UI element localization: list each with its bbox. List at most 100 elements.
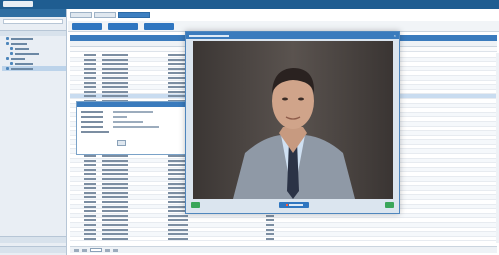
table-cell (84, 90, 96, 93)
table-cell (102, 159, 128, 162)
confirm-right-button[interactable] (385, 202, 394, 208)
table-cell (84, 214, 96, 217)
sidebar-footer-item[interactable] (0, 246, 66, 253)
tree-node-icon (6, 67, 9, 70)
table-cell (102, 223, 128, 226)
table-cell (84, 187, 96, 190)
sidebar-item-label (11, 57, 25, 60)
prev-page-icon[interactable] (82, 248, 87, 252)
table-cell (84, 95, 96, 98)
table-cell (102, 155, 128, 158)
table-cell (102, 63, 128, 66)
photo-thumbnail-button[interactable] (117, 140, 126, 146)
table-cell (102, 201, 128, 203)
tree-node-icon (10, 47, 13, 50)
last-page-icon[interactable] (113, 248, 118, 252)
sidebar-item-label (15, 52, 39, 55)
dialog-center-button[interactable] (279, 202, 309, 208)
sidebar-footer-item[interactable] (0, 236, 66, 243)
table-cell (102, 173, 128, 176)
table-cell (266, 219, 274, 222)
table-cell (102, 233, 128, 236)
table-cell (102, 237, 128, 240)
user-menu[interactable] (455, 2, 495, 6)
table-cell (84, 173, 96, 176)
dialog-title (189, 34, 229, 37)
page-number-input[interactable] (90, 248, 102, 252)
action-icon (285, 204, 288, 206)
user-photo (193, 41, 393, 199)
table-cell (84, 219, 96, 222)
table-cell (84, 191, 96, 194)
next-page-icon[interactable] (105, 248, 110, 252)
table-cell (266, 228, 274, 231)
dialog-title-bar[interactable]: × (186, 32, 399, 39)
tab[interactable] (70, 12, 92, 18)
tree-node-icon (10, 52, 13, 55)
table-cell (84, 196, 96, 199)
table-cell (84, 72, 96, 75)
table-cell (266, 233, 274, 236)
table-cell (84, 155, 96, 158)
tab[interactable] (94, 12, 116, 18)
dialog-center-button-label (288, 204, 303, 206)
app-titlebar (0, 0, 499, 9)
table-cell (84, 223, 96, 226)
detail-field (81, 111, 181, 114)
tree-node-icon (6, 57, 9, 60)
table-cell (84, 233, 96, 236)
first-page-icon[interactable] (74, 248, 79, 252)
table-cell (102, 228, 128, 231)
table-cell (84, 81, 96, 84)
table-cell (84, 76, 96, 79)
table-cell (84, 237, 96, 240)
table-cell (102, 54, 128, 56)
table-cell (84, 178, 96, 181)
toolbar-button[interactable] (72, 22, 102, 30)
table-cell (84, 86, 96, 89)
close-icon[interactable]: × (394, 32, 396, 39)
table-cell (168, 214, 188, 217)
sidebar-item-label (11, 42, 27, 45)
table-cell (102, 178, 128, 181)
table-cell (168, 233, 188, 236)
detail-field (81, 131, 181, 134)
table-cell (84, 67, 96, 70)
table-cell (266, 237, 274, 240)
table-cell (102, 182, 128, 185)
table-cell (84, 159, 96, 162)
dialog-footer (186, 198, 399, 213)
table-cell (102, 164, 128, 167)
table-cell (168, 237, 188, 240)
tree-node-icon (10, 62, 13, 65)
tab-active[interactable] (118, 12, 150, 18)
sidebar-item-label (15, 62, 33, 65)
sidebar-item-label (15, 47, 29, 50)
photo-viewer-dialog: × (185, 31, 400, 214)
sidebar-search-input[interactable] (3, 19, 63, 24)
table-cell (168, 223, 188, 226)
confirm-left-button[interactable] (191, 202, 200, 208)
tree-node-icon (6, 42, 9, 45)
table-cell (102, 76, 128, 79)
sidebar-header (0, 9, 66, 17)
table-cell (84, 228, 96, 231)
toolbar-button[interactable] (144, 22, 174, 30)
table-cell (102, 168, 128, 171)
table-cell (168, 219, 188, 222)
table-row[interactable] (70, 237, 497, 242)
detail-field (81, 126, 181, 129)
table-cell (266, 223, 274, 226)
table-cell (102, 81, 128, 84)
table-cell (266, 214, 274, 217)
table-cell (168, 228, 188, 231)
tree-node-icon (6, 37, 9, 40)
sidebar-item-selected[interactable] (2, 66, 66, 71)
table-cell (84, 210, 96, 213)
table-cell (84, 54, 96, 56)
app-logo (3, 1, 33, 7)
toolbar-button[interactable] (108, 22, 138, 30)
tab-bar (68, 12, 150, 18)
detail-field (81, 116, 181, 119)
table-cell (102, 191, 128, 194)
